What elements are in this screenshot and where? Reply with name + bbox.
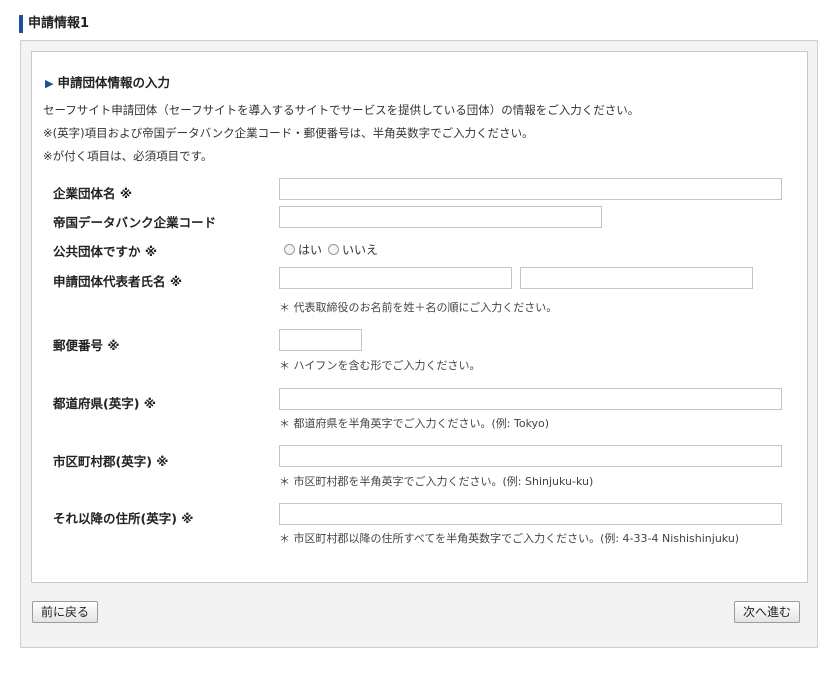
next-button[interactable]: 次へ進む: [734, 601, 801, 623]
postal-code-input[interactable]: [279, 329, 362, 351]
radio-button-yes[interactable]: [284, 244, 295, 255]
city-label: 市区町村郡(英字) ※: [53, 454, 169, 469]
instruction-text-1: セーフサイト申請団体（セーフサイトを導入するサイトでサービスを提供している団体）…: [43, 103, 640, 117]
rep-first-name-input[interactable]: [520, 267, 753, 289]
prefecture-label: 都道府県(英字) ※: [53, 396, 156, 411]
public-org-radio-group: はい いいえ: [284, 241, 384, 258]
rep-name-hint: ＊ 代表取締役のお名前を姓＋名の順にご入力ください。: [279, 301, 558, 314]
city-hint: ＊ 市区町村郡を半角英字でご入力ください。(例: Shinjuku-ku): [279, 475, 594, 488]
page-title: 申請情報1: [19, 15, 89, 33]
section-heading: ▶ 申請団体情報の入力: [45, 72, 170, 91]
public-org-label: 公共団体ですか ※: [53, 244, 158, 259]
triangle-right-icon: ▶: [45, 77, 54, 90]
prefecture-hint: ＊ 都道府県を半角英字でご入力ください。(例: Tokyo): [279, 417, 550, 430]
section-heading-text: 申請団体情報の入力: [57, 75, 170, 90]
back-button[interactable]: 前に戻る: [32, 601, 99, 623]
address-hint: ＊ 市区町村郡以降の住所すべてを半角英数字でご入力ください。(例: 4-33-4…: [279, 532, 740, 545]
company-name-input[interactable]: [279, 178, 782, 200]
city-input[interactable]: [279, 445, 782, 467]
instruction-text-3: ※が付く項目は、必須項目です。: [43, 149, 213, 163]
tdb-code-input[interactable]: [279, 206, 602, 228]
postal-code-label: 郵便番号 ※: [53, 338, 120, 353]
tdb-code-label: 帝国データバンク企業コード: [53, 215, 217, 230]
public-org-option-yes[interactable]: はい: [284, 241, 322, 258]
address-input[interactable]: [279, 503, 782, 525]
company-name-label: 企業団体名 ※: [53, 186, 133, 201]
instruction-text-2: ※(英字)項目および帝国データバンク企業コード・郵便番号は、半角英数字でご入力く…: [43, 126, 534, 140]
rep-last-name-input[interactable]: [279, 267, 512, 289]
public-org-option-no-label: いいえ: [342, 243, 379, 257]
radio-button-no[interactable]: [328, 244, 340, 255]
public-org-option-yes-label: はい: [298, 243, 323, 257]
postal-code-hint: ＊ ハイフンを含む形でご入力ください。: [279, 359, 481, 372]
address-label: それ以降の住所(英字) ※: [53, 511, 194, 526]
prefecture-input[interactable]: [279, 388, 782, 410]
rep-name-label: 申請団体代表者氏名 ※: [53, 274, 183, 289]
public-org-option-no[interactable]: いいえ: [328, 241, 378, 258]
